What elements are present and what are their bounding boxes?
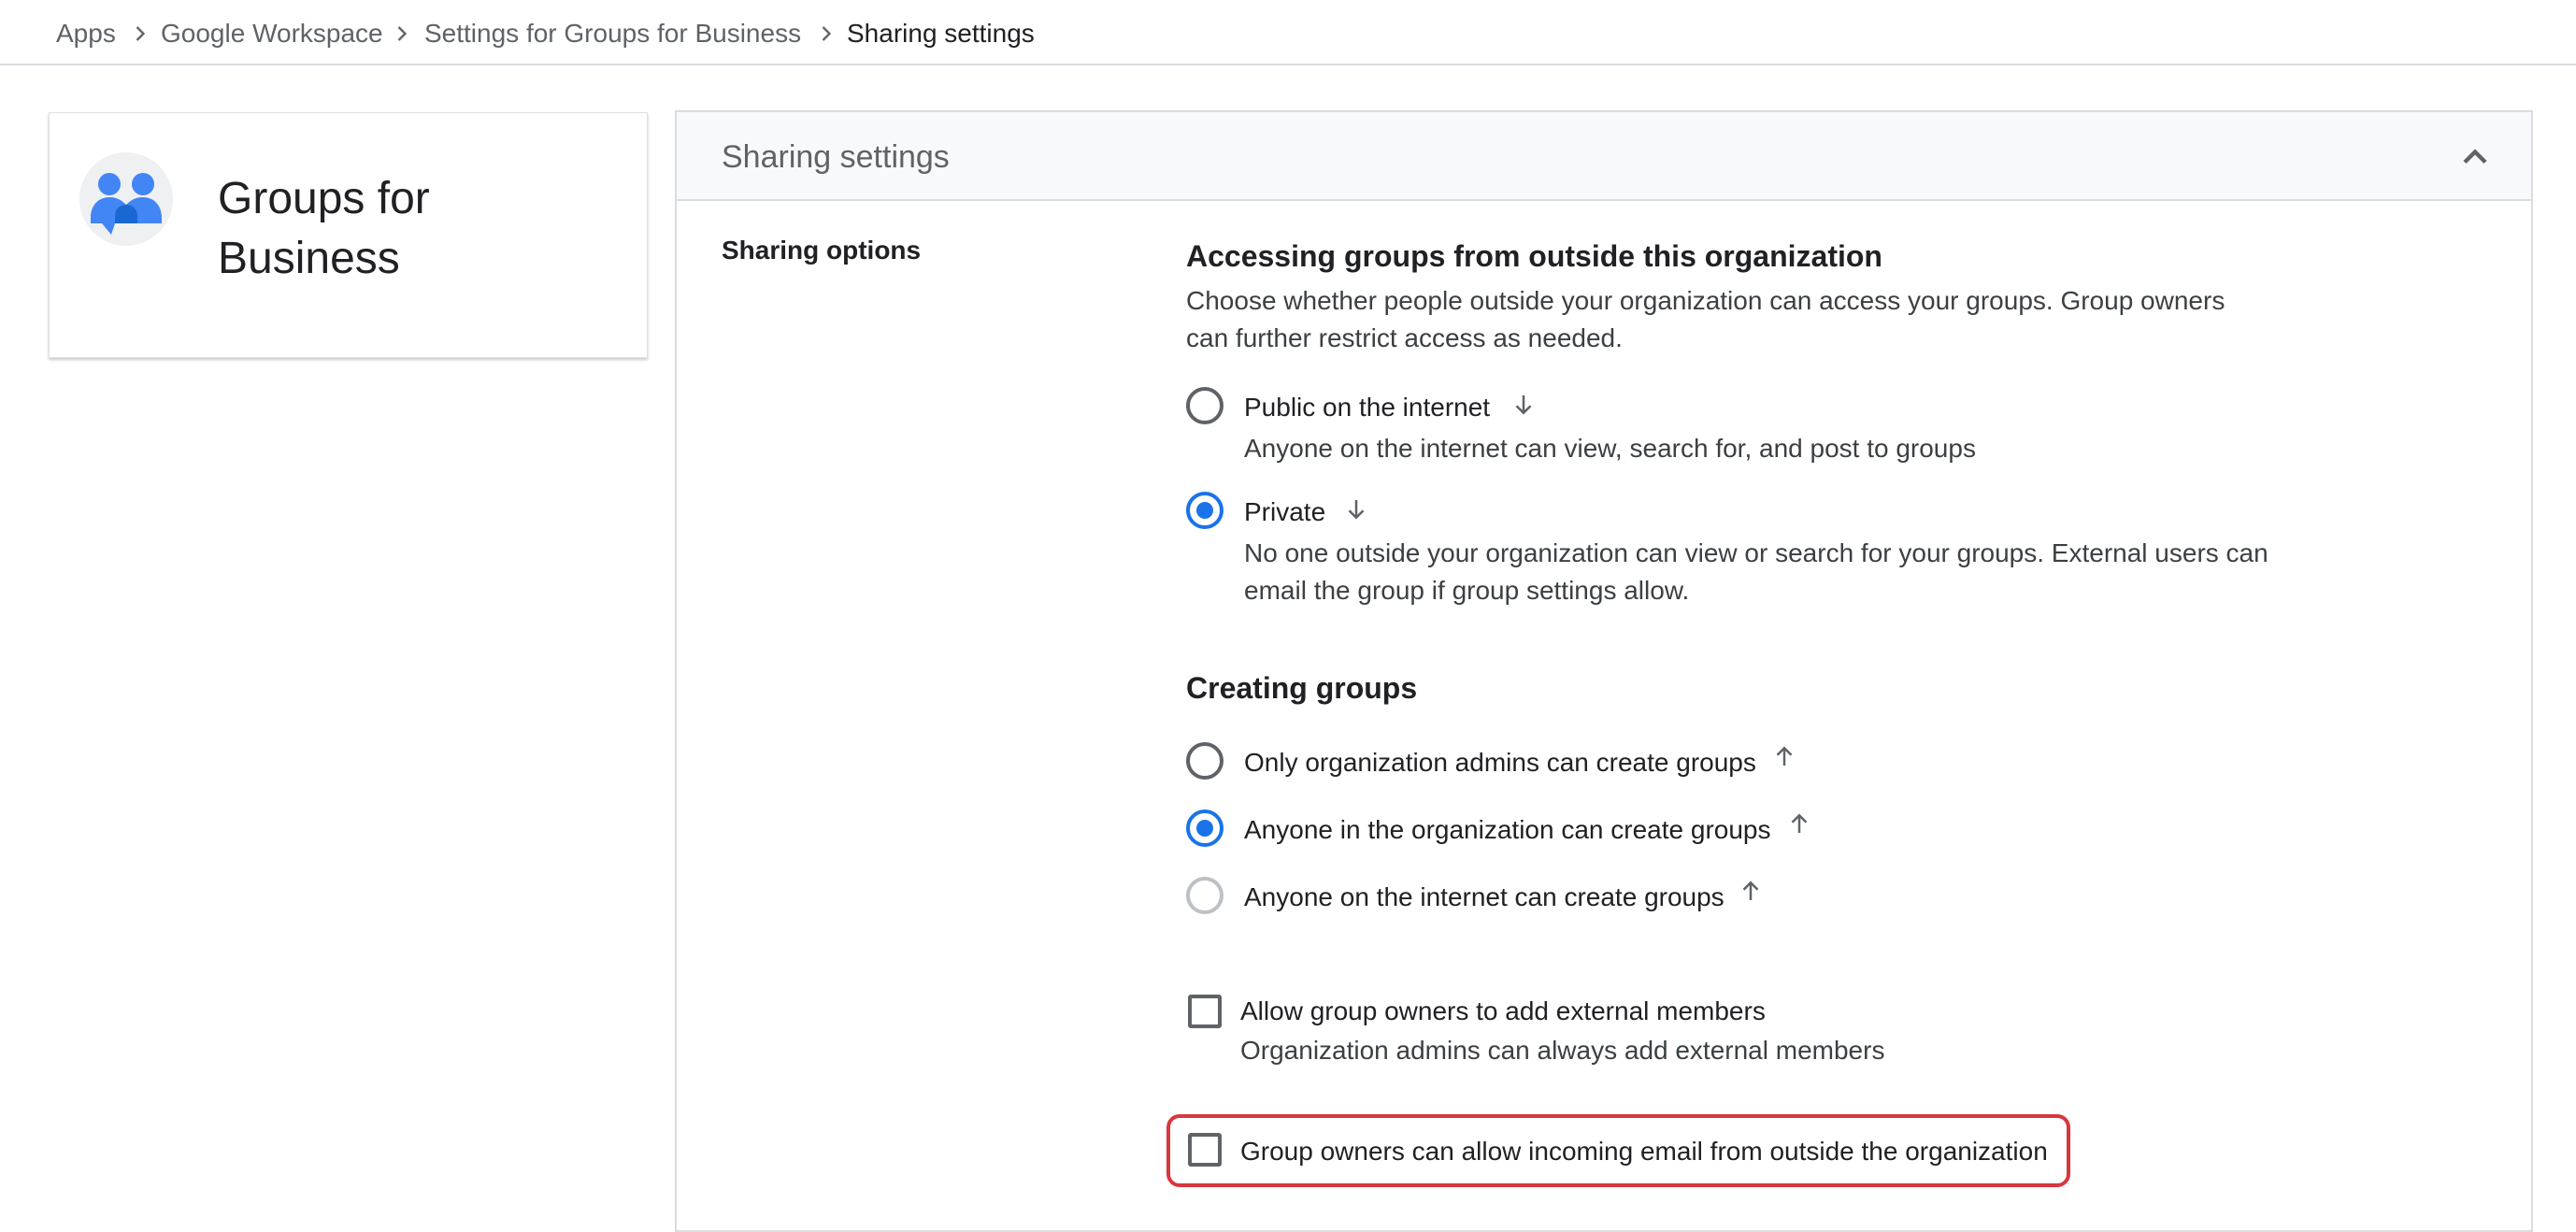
breadcrumb-settings-groups[interactable]: Settings for Groups for Business bbox=[424, 17, 801, 50]
chevron-up-icon[interactable] bbox=[2454, 136, 2496, 178]
highlight-box bbox=[1166, 1114, 2070, 1187]
groups-people-icon bbox=[79, 152, 173, 246]
app-title: Groups for Business bbox=[218, 174, 430, 283]
accessing-section-title: Accessing groups from outside this organ… bbox=[1186, 239, 1882, 273]
option-sub-private: No one outside your organization can vie… bbox=[1244, 538, 2268, 605]
chevron-right-icon bbox=[822, 26, 832, 41]
radio-anyone-internet[interactable] bbox=[1186, 877, 1224, 914]
panel-title: Sharing settings bbox=[722, 139, 950, 175]
radio-admins-only[interactable] bbox=[1186, 742, 1224, 780]
option-label-private[interactable]: Private bbox=[1244, 495, 1325, 529]
option-label-public[interactable]: Public on the internet bbox=[1244, 391, 1490, 424]
checkbox-external-members[interactable] bbox=[1188, 995, 1222, 1028]
option-label-anyone-organization[interactable]: Anyone in the organization can create gr… bbox=[1244, 813, 1771, 847]
option-label-anyone-internet[interactable]: Anyone on the internet can create groups bbox=[1244, 881, 1724, 914]
breadcrumb-current: Sharing settings bbox=[847, 19, 1035, 48]
app-card: Groups for Business bbox=[49, 112, 648, 358]
chevron-right-icon bbox=[397, 26, 408, 41]
radio-private[interactable] bbox=[1186, 492, 1224, 529]
external-members-label[interactable]: Allow group owners to add external membe… bbox=[1240, 995, 1766, 1028]
radio-anyone-organization[interactable] bbox=[1186, 809, 1224, 847]
breadcrumb-apps[interactable]: Apps bbox=[56, 17, 116, 50]
arrow-up-icon[interactable] bbox=[1770, 742, 1798, 770]
chevron-right-icon bbox=[136, 26, 146, 41]
breadcrumb: Apps Google Workspace Settings for Group… bbox=[0, 0, 2576, 65]
creating-section-title: Creating groups bbox=[1186, 671, 1418, 705]
external-members-sub: Organization admins can always add exter… bbox=[1240, 1036, 1885, 1065]
accessing-description: Choose whether people outside your organ… bbox=[1186, 286, 2225, 352]
arrow-down-icon[interactable] bbox=[1342, 495, 1370, 523]
arrow-down-icon[interactable] bbox=[1510, 391, 1538, 419]
sharing-settings-panel: Sharing settings Sharing options Accessi… bbox=[675, 110, 2533, 1232]
option-sub-public: Anyone on the internet can view, search … bbox=[1244, 434, 1976, 463]
arrow-up-icon[interactable] bbox=[1785, 809, 1813, 838]
option-label-admins-only[interactable]: Only organization admins can create grou… bbox=[1244, 746, 1756, 780]
radio-public-internet[interactable] bbox=[1186, 387, 1224, 424]
arrow-up-icon[interactable] bbox=[1737, 877, 1765, 905]
breadcrumb-google-workspace[interactable]: Google Workspace bbox=[161, 17, 383, 50]
sharing-options-label: Sharing options bbox=[722, 236, 922, 265]
panel-header[interactable]: Sharing settings bbox=[677, 112, 2531, 201]
